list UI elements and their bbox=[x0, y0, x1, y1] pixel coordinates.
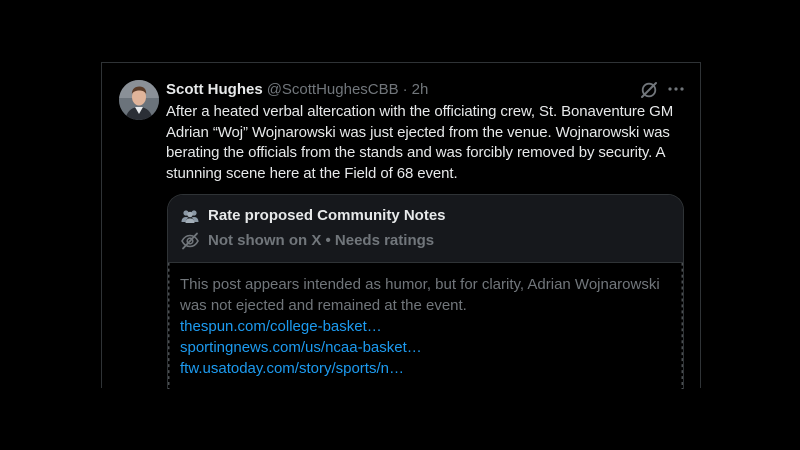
avatar-photo bbox=[119, 80, 159, 120]
note-title-row: Rate proposed Community Notes bbox=[180, 206, 446, 226]
avatar[interactable] bbox=[119, 80, 159, 120]
note-link-usatoday[interactable]: ftw.usatoday.com/story/sports/n… bbox=[180, 358, 660, 379]
note-status: Not shown on X • Needs ratings bbox=[208, 232, 435, 249]
note-header[interactable]: Rate proposed Community Notes Not shown … bbox=[168, 195, 683, 263]
note-link-sportingnews[interactable]: sportingnews.com/us/ncaa-basket… bbox=[180, 337, 660, 358]
post-text: After a heated verbal altercation with t… bbox=[166, 103, 674, 182]
post-header: Scott Hughes @ScottHughesCBB · 2h bbox=[166, 80, 428, 100]
more-icon[interactable] bbox=[667, 79, 685, 99]
grok-icon[interactable] bbox=[640, 81, 658, 99]
community-note-card[interactable]: Rate proposed Community Notes Not shown … bbox=[167, 194, 684, 389]
note-link-thespun[interactable]: thespun.com/college-basket… bbox=[180, 316, 660, 337]
note-text: This post appears intended as humor, but… bbox=[180, 276, 660, 314]
note-status-row: Not shown on X • Needs ratings bbox=[180, 231, 434, 251]
author-display-name[interactable]: Scott Hughes bbox=[166, 80, 263, 100]
note-body: This post appears intended as humor, but… bbox=[180, 274, 660, 379]
post-timestamp[interactable]: 2h bbox=[412, 80, 429, 100]
author-handle[interactable]: @ScottHughesCBB bbox=[267, 80, 399, 100]
post-card[interactable]: Scott Hughes @ScottHughesCBB · 2h After … bbox=[101, 62, 701, 389]
eye-off-icon bbox=[180, 231, 200, 251]
note-title: Rate proposed Community Notes bbox=[208, 207, 446, 224]
header-separator: · bbox=[402, 81, 408, 98]
people-icon bbox=[180, 206, 200, 226]
